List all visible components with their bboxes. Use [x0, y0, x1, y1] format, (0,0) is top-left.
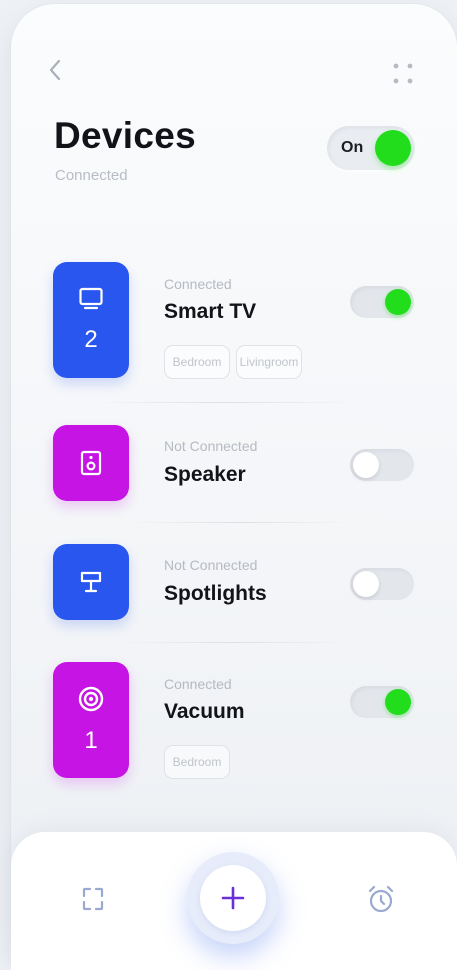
- master-toggle-knob: [375, 130, 411, 166]
- device-count: 1: [84, 727, 98, 754]
- master-toggle[interactable]: On: [327, 126, 415, 170]
- device-tags: Bedroom: [164, 745, 230, 779]
- device-status: Not Connected: [164, 557, 258, 573]
- device-tile: [53, 544, 129, 620]
- master-toggle-label: On: [341, 139, 364, 156]
- device-name: Vacuum: [164, 700, 245, 723]
- device-toggle[interactable]: [350, 686, 414, 718]
- room-tag[interactable]: Livingroom: [236, 345, 302, 379]
- device-toggle[interactable]: [350, 449, 414, 481]
- add-device-button[interactable]: [187, 852, 279, 944]
- device-name: Spotlights: [164, 582, 267, 605]
- device-tile: 1: [53, 662, 129, 778]
- chevron-left-icon: [49, 59, 61, 81]
- lamp-icon: [80, 571, 102, 593]
- page-subtitle: Connected: [55, 167, 128, 184]
- device-status: Not Connected: [164, 438, 258, 454]
- room-tag[interactable]: Bedroom: [164, 745, 230, 779]
- device-toggle[interactable]: [350, 286, 414, 318]
- device-toggle[interactable]: [350, 568, 414, 600]
- alarm-button[interactable]: [364, 882, 398, 916]
- divider: [90, 402, 360, 403]
- vacuum-target-icon: [78, 686, 104, 712]
- tv-icon: [79, 287, 103, 310]
- room-tag[interactable]: Bedroom: [164, 345, 230, 379]
- device-status: Connected: [164, 276, 232, 292]
- back-button[interactable]: [40, 55, 70, 85]
- device-tile: 2: [53, 262, 129, 378]
- page-title: Devices: [54, 115, 196, 156]
- device-count: 2: [84, 326, 98, 353]
- divider: [130, 522, 350, 523]
- toggle-knob: [353, 571, 379, 597]
- divider: [120, 642, 350, 643]
- device-tile: [53, 425, 129, 501]
- device-status: Connected: [164, 676, 232, 692]
- scan-frame-icon: [82, 887, 104, 911]
- device-name: Smart TV: [164, 300, 257, 323]
- toggle-knob: [385, 689, 411, 715]
- toggle-knob: [353, 452, 379, 478]
- device-tags: Bedroom Livingroom: [164, 345, 302, 379]
- dots-grid-icon: [393, 63, 413, 84]
- scan-button[interactable]: [80, 884, 106, 914]
- plus-icon: [221, 886, 245, 910]
- device-name: Speaker: [164, 463, 246, 486]
- toggle-knob: [385, 289, 411, 315]
- menu-button[interactable]: [388, 60, 418, 88]
- speaker-icon: [80, 450, 102, 476]
- add-button-inner: [200, 865, 266, 931]
- alarm-clock-icon: [368, 885, 394, 913]
